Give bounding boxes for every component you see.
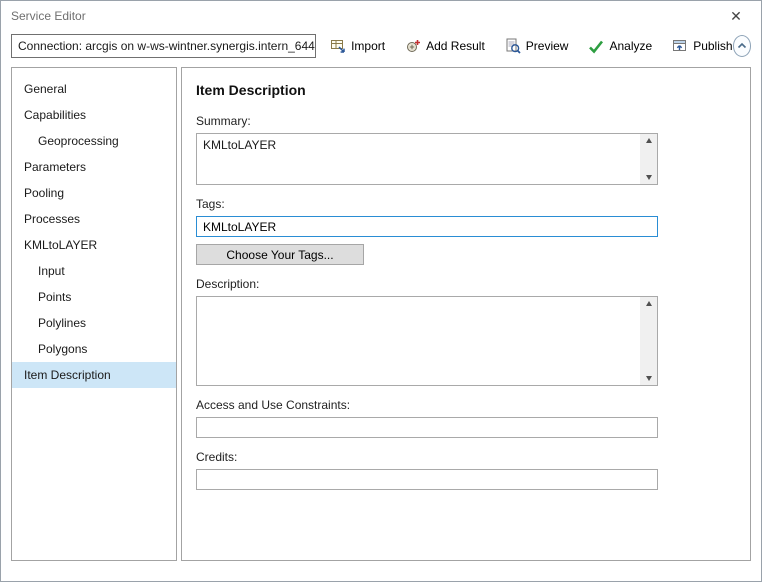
description-textarea[interactable] (196, 296, 658, 386)
toolbar: Connection: arcgis on w-ws-wintner.syner… (1, 31, 761, 67)
page-title: Item Description (196, 82, 736, 98)
summary-text: KMLtoLAYER (197, 134, 640, 184)
publish-label: Publish (693, 39, 732, 53)
sidebar-item-parameters[interactable]: Parameters (12, 154, 176, 180)
summary-scrollbar[interactable] (640, 134, 657, 184)
analyze-button[interactable]: Analyze (588, 38, 652, 54)
access-constraints-label: Access and Use Constraints: (196, 398, 736, 412)
preview-button[interactable]: Preview (505, 38, 569, 54)
preview-label: Preview (526, 39, 569, 53)
add-result-icon (405, 38, 421, 54)
access-constraints-input[interactable] (196, 417, 658, 438)
description-text (197, 297, 640, 385)
credits-label: Credits: (196, 450, 736, 464)
description-label: Description: (196, 277, 736, 291)
sidebar-item-item-description[interactable]: Item Description (12, 362, 176, 388)
scroll-down-icon[interactable] (646, 376, 652, 381)
sidebar-item-general[interactable]: General (12, 76, 176, 102)
description-scrollbar[interactable] (640, 297, 657, 385)
title-bar: Service Editor ✕ (1, 1, 761, 31)
scroll-up-icon[interactable] (646, 301, 652, 306)
sidebar-item-input[interactable]: Input (12, 258, 176, 284)
tags-label: Tags: (196, 197, 736, 211)
credits-input[interactable] (196, 469, 658, 490)
close-button[interactable]: ✕ (721, 4, 751, 28)
sidebar-item-geoprocessing[interactable]: Geoprocessing (12, 128, 176, 154)
collapse-panel-button[interactable] (733, 35, 751, 57)
sidebar-item-kmltolayer[interactable]: KMLtoLAYER (12, 232, 176, 258)
preview-icon (505, 38, 521, 54)
add-result-label: Add Result (426, 39, 485, 53)
sidebar-item-capabilities[interactable]: Capabilities (12, 102, 176, 128)
window-title: Service Editor (11, 9, 86, 23)
toolbar-buttons: Import Add Result Preview Analyze (330, 38, 732, 54)
summary-label: Summary: (196, 114, 736, 128)
service-editor-dialog: Service Editor ✕ Connection: arcgis on w… (0, 0, 762, 582)
dialog-body: General Capabilities Geoprocessing Param… (1, 67, 761, 571)
item-description-panel: Item Description Summary: KMLtoLAYER Tag… (181, 67, 751, 561)
summary-textarea[interactable]: KMLtoLAYER (196, 133, 658, 185)
import-button[interactable]: Import (330, 38, 385, 54)
tags-input[interactable] (196, 216, 658, 237)
analyze-label: Analyze (609, 39, 652, 53)
publish-button[interactable]: Publish (672, 38, 732, 54)
choose-tags-button[interactable]: Choose Your Tags... (196, 244, 364, 265)
sidebar-item-pooling[interactable]: Pooling (12, 180, 176, 206)
sidebar-item-points[interactable]: Points (12, 284, 176, 310)
import-icon (330, 38, 346, 54)
analyze-icon (588, 38, 604, 54)
import-label: Import (351, 39, 385, 53)
publish-icon (672, 38, 688, 54)
sidebar-item-polygons[interactable]: Polygons (12, 336, 176, 362)
scroll-down-icon[interactable] (646, 175, 652, 180)
scroll-up-icon[interactable] (646, 138, 652, 143)
connection-combo[interactable]: Connection: arcgis on w-ws-wintner.syner… (11, 34, 316, 58)
chevron-up-icon (736, 40, 748, 52)
sidebar-item-polylines[interactable]: Polylines (12, 310, 176, 336)
sidebar-item-processes[interactable]: Processes (12, 206, 176, 232)
sidebar-nav: General Capabilities Geoprocessing Param… (11, 67, 177, 561)
add-result-button[interactable]: Add Result (405, 38, 485, 54)
